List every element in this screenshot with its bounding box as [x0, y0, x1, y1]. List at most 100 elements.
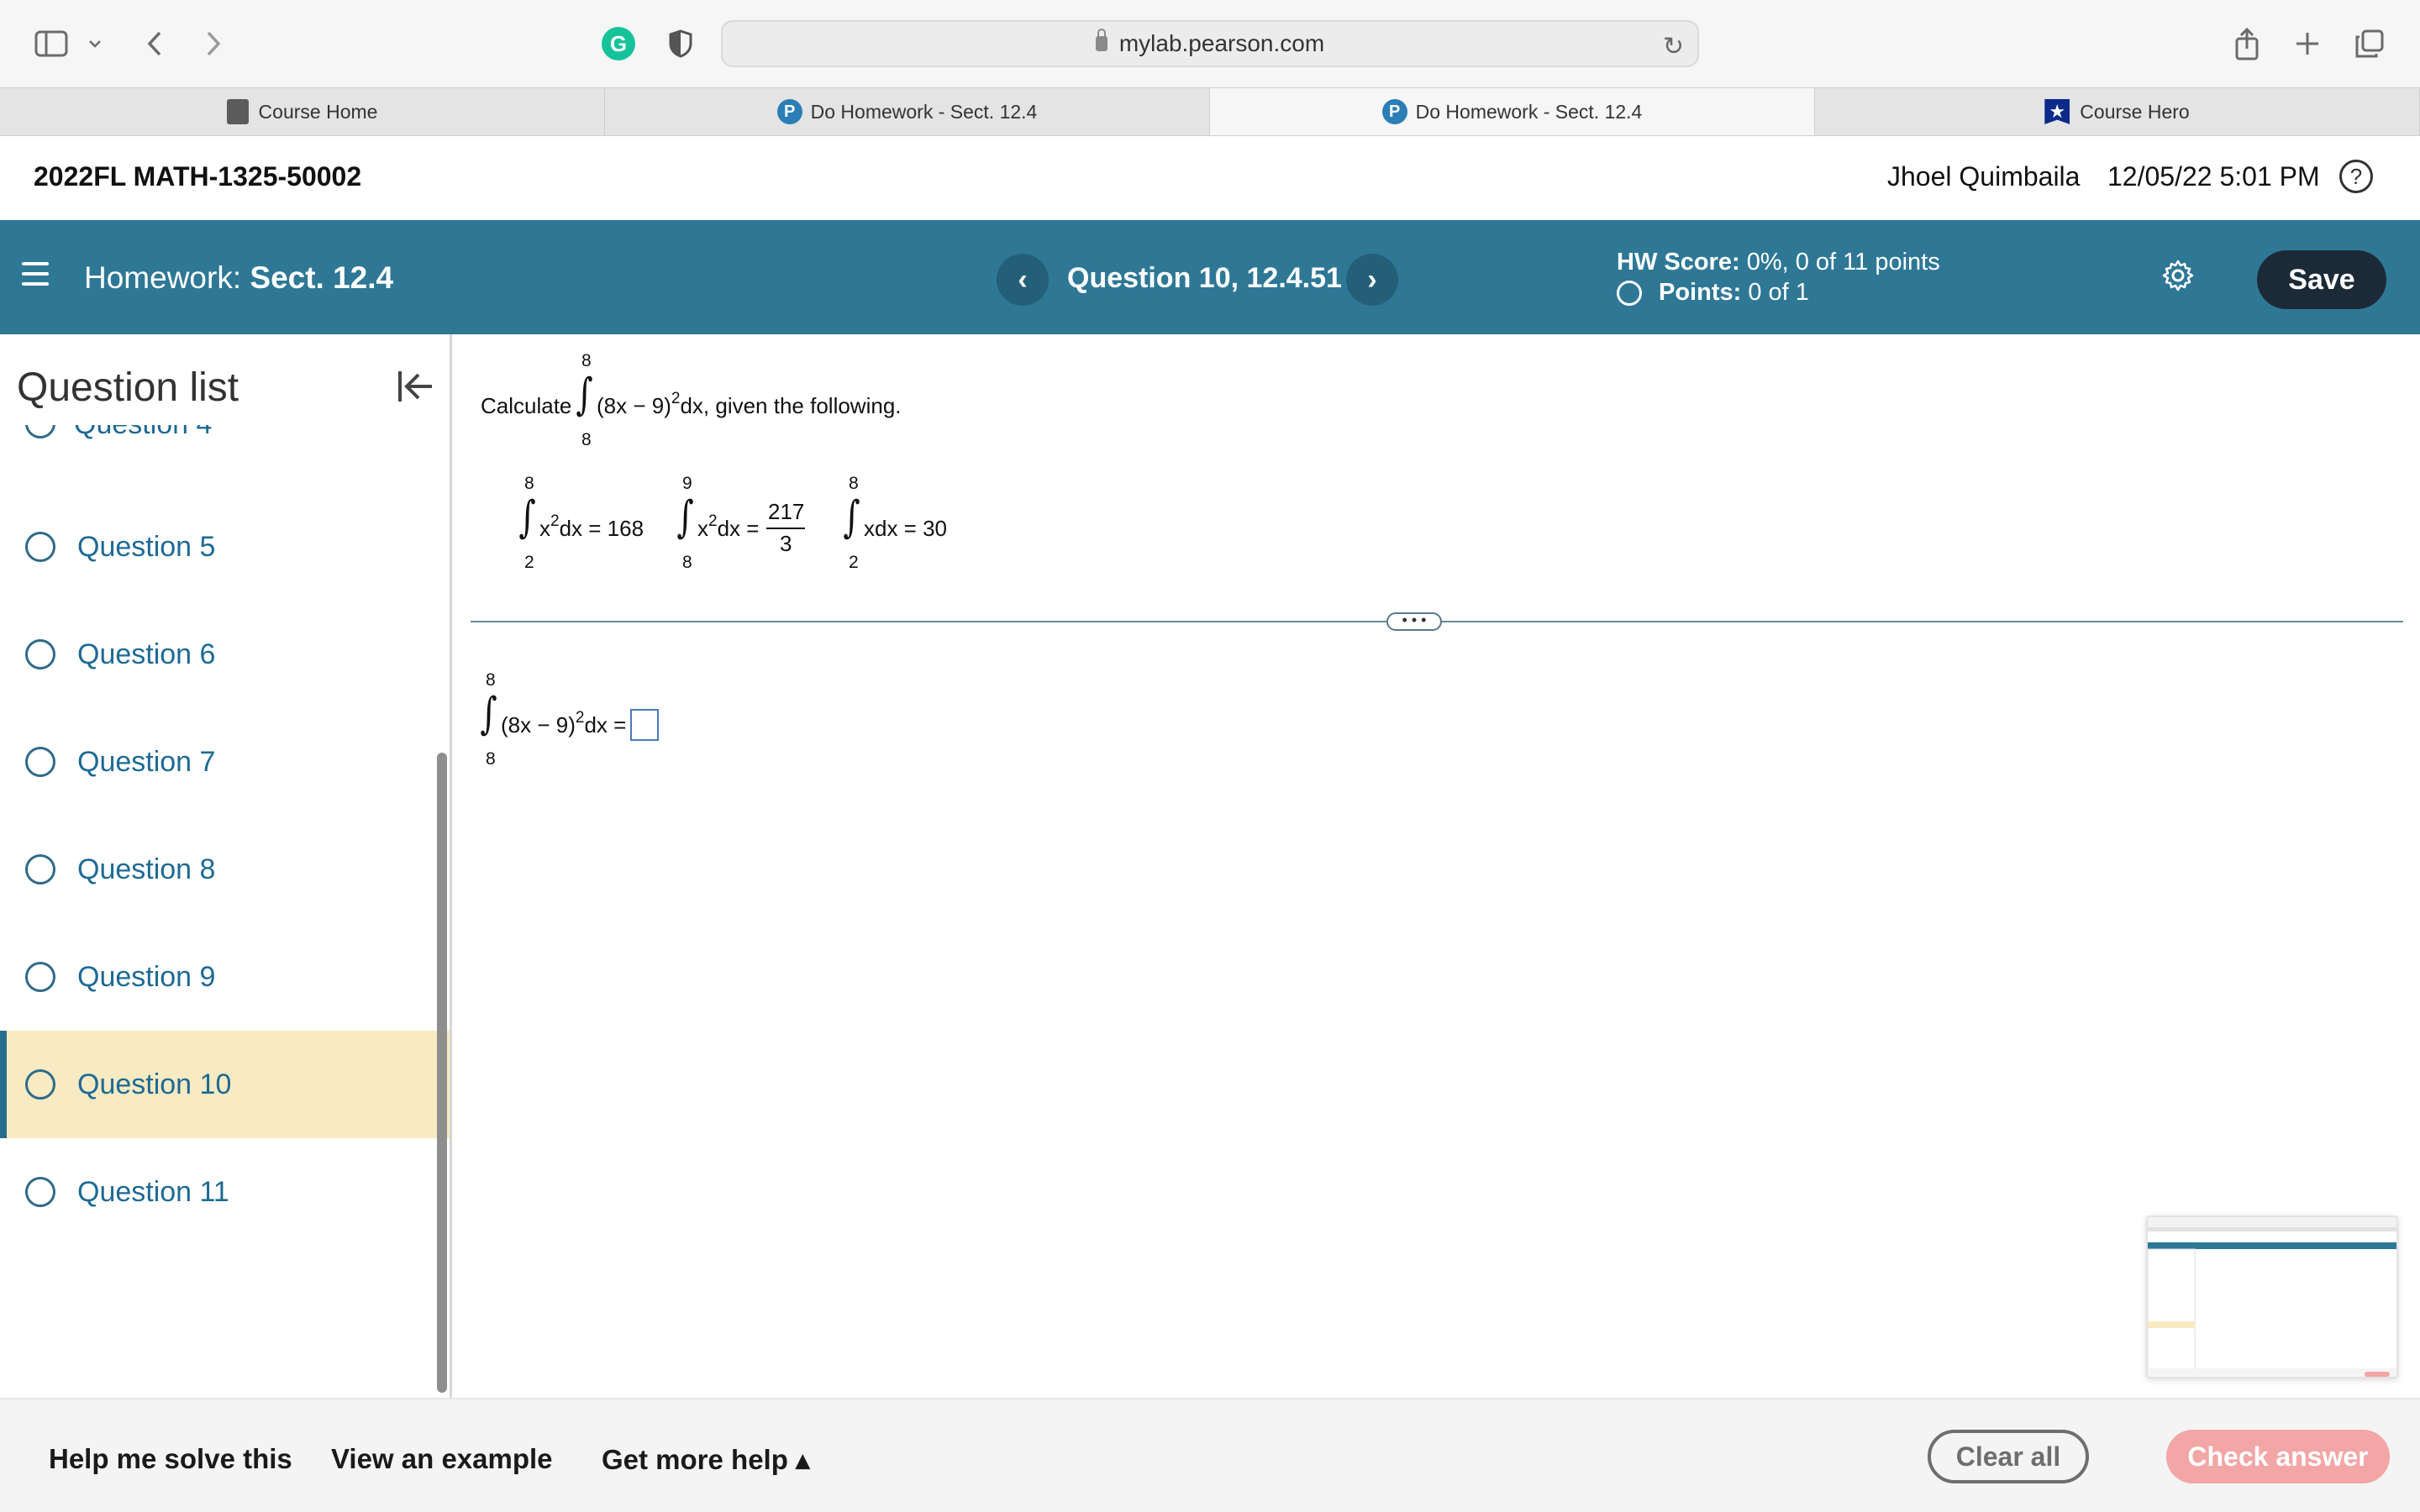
- chevron-down-icon[interactable]: [84, 25, 106, 62]
- url-text: mylab.pearson.com: [1118, 30, 1325, 56]
- divider-handle[interactable]: • • •: [1386, 612, 1442, 631]
- address-bar[interactable]: mylab.pearson.com ↻: [721, 20, 1699, 67]
- get-more-help-link[interactable]: Get more help ▴: [602, 1443, 810, 1476]
- clear-all-button[interactable]: Clear all: [1928, 1430, 2089, 1483]
- status-circle-icon: [25, 1177, 55, 1207]
- main-integrand: (8x − 9)2dx, given the following.: [597, 390, 902, 419]
- question-label: Question 7: [77, 745, 216, 778]
- status-circle-icon: [25, 639, 55, 669]
- pearson-icon: P: [776, 99, 802, 124]
- check-answer-button[interactable]: Check answer: [2166, 1430, 2390, 1483]
- exponent: 2: [708, 512, 718, 530]
- prev-question-button[interactable]: ‹: [997, 254, 1049, 306]
- integral-sign: ∫: [576, 370, 593, 420]
- homework-label: Homework:: [84, 260, 242, 295]
- question-label: Question 5: [77, 530, 216, 563]
- hw-score-label: HW Score:: [1617, 249, 1740, 276]
- exponent: 2: [575, 709, 585, 727]
- sidebar-toggle-icon[interactable]: [32, 25, 71, 62]
- status-circle-icon: [25, 962, 55, 992]
- footer-bar: Help me solve this View an example Get m…: [0, 1398, 2420, 1512]
- given-integral-3: xdx = 30: [864, 516, 948, 541]
- share-icon[interactable]: [2230, 25, 2264, 62]
- hw-score-value: 0%, 0 of 11 points: [1746, 249, 1940, 276]
- help-symbol: ?: [2349, 163, 2363, 189]
- points-status-icon: [1617, 280, 1642, 306]
- exponent: 2: [671, 390, 681, 407]
- lock-icon: [1095, 29, 1107, 51]
- chevron-left-icon: ‹: [1018, 263, 1028, 296]
- tab-label: Course Home: [258, 100, 378, 123]
- integrand-text: x: [539, 516, 550, 541]
- integral-upper-limit: 8: [849, 474, 859, 493]
- question-item-6[interactable]: Question 6: [0, 601, 450, 708]
- question-item-11[interactable]: Question 11: [0, 1138, 450, 1246]
- integrand-text: (8x − 9): [597, 393, 671, 418]
- homework-bar: Homework: Sect. 12.4 ‹ Question 10, 12.4…: [0, 220, 2420, 334]
- question-title: Question 10, 12.4.51: [1067, 262, 1342, 294]
- tab-bar: Course Home P Do Homework - Sect. 12.4 P…: [0, 87, 2420, 136]
- next-question-button[interactable]: ›: [1346, 254, 1398, 306]
- integrand-rest: dx, given the following.: [680, 393, 902, 418]
- question-item-5[interactable]: Question 5: [0, 493, 450, 601]
- prompt-prefix: Calculate: [481, 393, 572, 418]
- fraction-numerator: 217: [768, 499, 805, 524]
- back-icon[interactable]: [138, 25, 171, 62]
- integral-upper-limit: 8: [486, 670, 496, 690]
- status-circle-icon: [25, 1069, 55, 1100]
- reload-icon[interactable]: ↻: [1663, 32, 1684, 61]
- collapse-sidebar-icon[interactable]: [395, 366, 435, 407]
- help-me-solve-link[interactable]: Help me solve this: [49, 1443, 292, 1475]
- integral-sign: ∫: [518, 492, 536, 543]
- sidebar-scrollbar[interactable]: [437, 753, 447, 1393]
- grammarly-icon[interactable]: G: [600, 25, 637, 62]
- integral-sign: ∫: [480, 689, 497, 739]
- integral-sign: ∫: [676, 492, 694, 543]
- gear-icon[interactable]: [2161, 259, 2195, 292]
- integrand-rest: dx =: [717, 516, 760, 541]
- question-area: Calculate 8 ∫ 8 (8x − 9)2dx, given the f…: [454, 334, 2420, 1398]
- hw-score: HW Score: 0%, 0 of 11 points: [1617, 249, 1940, 276]
- answer-input[interactable]: [630, 709, 659, 741]
- integrand-text: x: [697, 516, 708, 541]
- course-title[interactable]: 2022FL MATH-1325-50002: [34, 161, 361, 192]
- browser-toolbar: G mylab.pearson.com ↻: [0, 0, 2420, 87]
- integral-lower-limit: 8: [486, 749, 496, 769]
- help-icon[interactable]: ?: [2339, 160, 2373, 193]
- view-example-link[interactable]: View an example: [331, 1443, 553, 1475]
- question-list-title: Question list: [17, 365, 239, 410]
- tab-course-hero[interactable]: ★ Course Hero: [1815, 88, 2420, 135]
- new-tab-icon[interactable]: [2291, 25, 2324, 62]
- question-item-9[interactable]: Question 9: [0, 923, 450, 1031]
- question-item-partial[interactable]: Question 4: [25, 425, 277, 450]
- forward-icon[interactable]: [197, 25, 230, 62]
- course-header: 2022FL MATH-1325-50002 Jhoel Quimbaila 1…: [0, 136, 2420, 220]
- integrand-rest: dx =: [584, 712, 627, 738]
- integral-lower-limit: 8: [682, 553, 692, 572]
- question-label: Question 10: [77, 1068, 232, 1100]
- menu-icon[interactable]: [22, 262, 49, 287]
- status-circle-icon: [25, 532, 55, 562]
- question-item-7[interactable]: Question 7: [0, 708, 450, 816]
- tab-do-homework-1[interactable]: P Do Homework - Sect. 12.4: [605, 88, 1210, 135]
- answer-expression: (8x − 9)2dx =: [501, 709, 627, 738]
- question-label: Question 11: [77, 1175, 229, 1208]
- question-item-8[interactable]: Question 8: [0, 816, 450, 923]
- integral-lower-limit: 2: [849, 553, 859, 572]
- chevron-right-icon: ›: [1367, 263, 1377, 296]
- screenshot-thumbnail[interactable]: [2146, 1215, 2398, 1378]
- shield-icon[interactable]: [664, 25, 697, 62]
- date-time: 12/05/22 5:01 PM: [2107, 161, 2320, 192]
- question-list-sidebar: Question list Question 4 Question 5 Ques…: [0, 334, 452, 1398]
- points: Points: 0 of 1: [1617, 279, 1809, 307]
- tab-overview-icon[interactable]: [2353, 25, 2386, 62]
- save-button[interactable]: Save: [2257, 250, 2386, 309]
- status-circle-icon: [25, 747, 55, 777]
- tab-course-home[interactable]: Course Home: [0, 88, 605, 135]
- question-item-10[interactable]: Question 10: [0, 1031, 450, 1138]
- integrand-rest: dx = 168: [559, 516, 644, 541]
- tab-do-homework-2[interactable]: P Do Homework - Sect. 12.4: [1210, 88, 1815, 135]
- exponent: 2: [550, 512, 560, 530]
- given-integral-2: x2dx =: [697, 512, 760, 542]
- pearson-icon: P: [1381, 99, 1407, 124]
